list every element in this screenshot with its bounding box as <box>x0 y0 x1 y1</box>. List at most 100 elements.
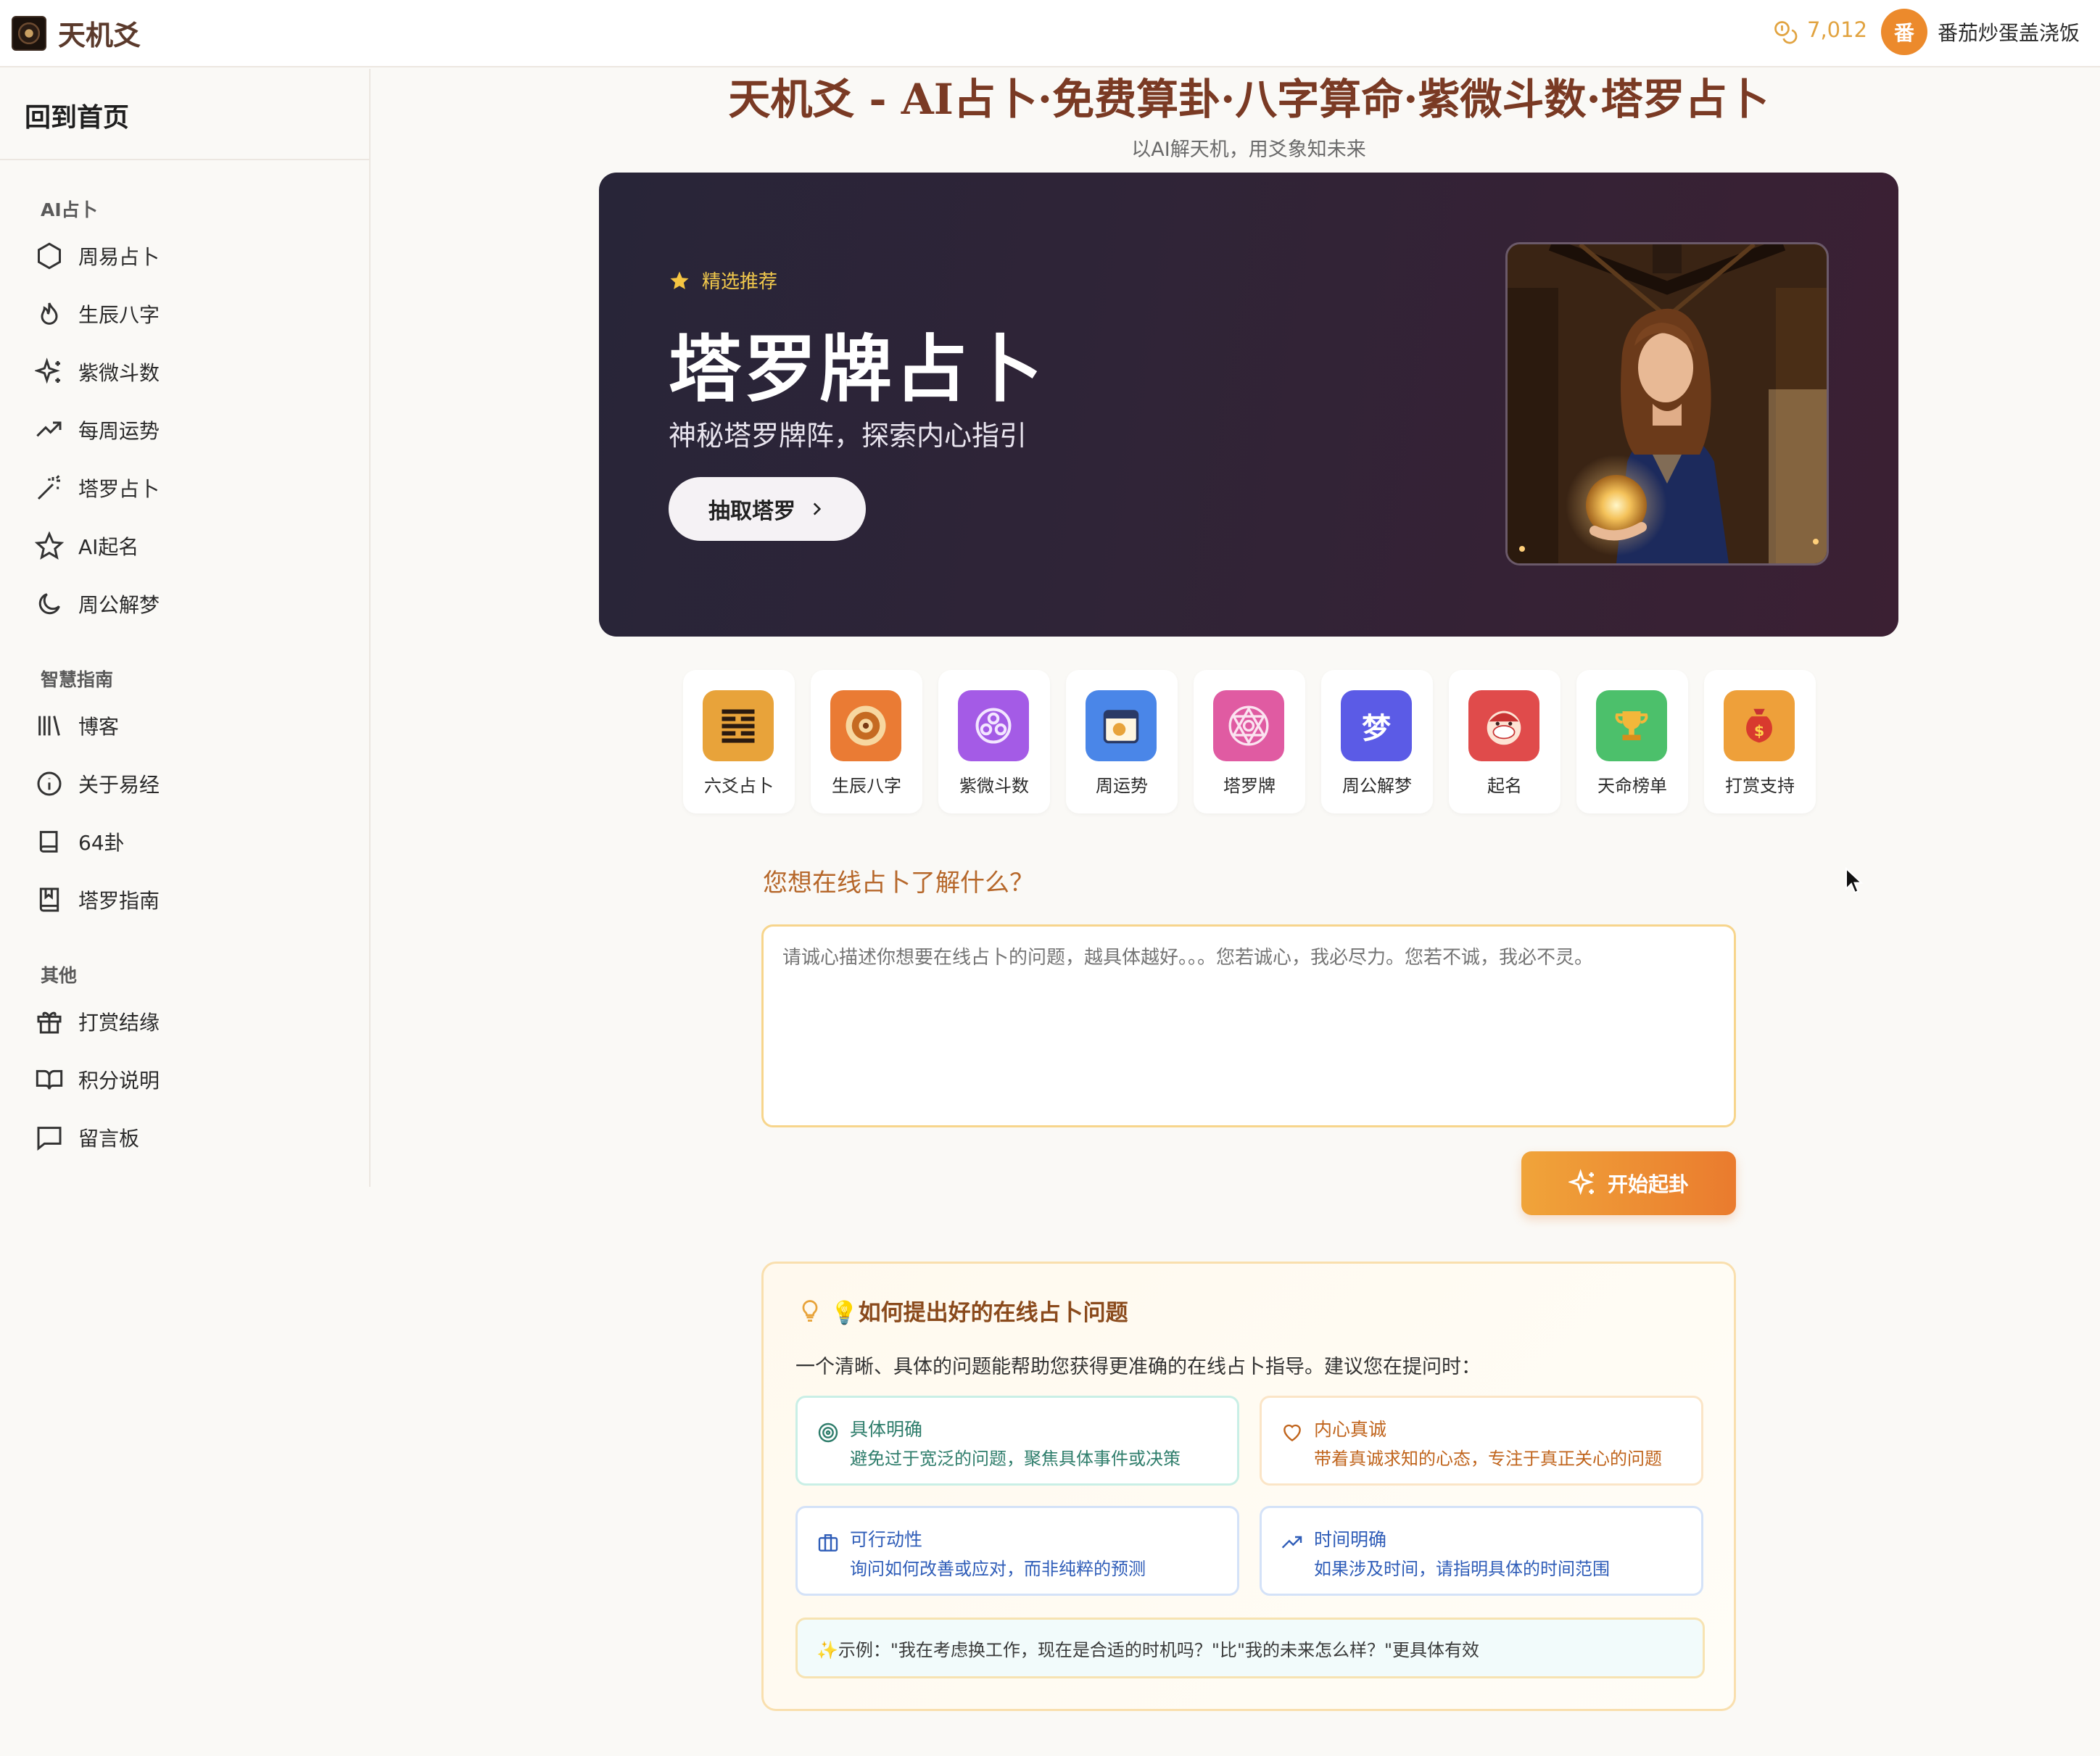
sidebar-item-label: 博客 <box>78 715 120 739</box>
featured-badge: 精选推荐 <box>669 267 777 294</box>
tip-card-title: 具体明确 <box>850 1419 923 1440</box>
draw-tarot-label: 抽取塔罗 <box>708 499 795 524</box>
tips-description: 一个清晰、具体的问题能帮助您获得更准确的在线占卜指导。建议您在提问时： <box>795 1356 1481 1378</box>
fortune-teller-illustration <box>1508 244 1827 563</box>
sidebar-item-zhouyi[interactable]: 周易占卜 <box>32 234 351 278</box>
tip-card-sincere: 内心真诚 带着真诚求知的心态，专注于真正关心的问题 <box>1260 1396 1703 1486</box>
sidebar-item-naming[interactable]: AI起名 <box>32 524 351 568</box>
tip-card-timing: 时间明确 如果涉及时间，请指明具体的时间范围 <box>1260 1506 1703 1596</box>
sidebar-item-blog[interactable]: 博客 <box>32 704 351 747</box>
sidebar-item-label: 留言板 <box>78 1127 140 1151</box>
sidebar-item-ziwei[interactable]: 紫微斗数 <box>32 350 351 394</box>
tarot-fortune-teller-image <box>1505 242 1829 566</box>
quick-link-tarot[interactable]: 塔罗牌 <box>1194 670 1305 813</box>
sidebar-item-weekly[interactable]: 每周运势 <box>32 408 351 452</box>
section-title-ai: AI占卜 <box>41 199 98 220</box>
sidebar-item-label: 打赏结缘 <box>78 1011 160 1035</box>
tips-example: ✨示例："我在考虑换工作，现在是合适的时机吗？"比"我的未来怎么样？"更具体有效 <box>795 1618 1705 1678</box>
username[interactable]: 番茄炒蛋盖浇饭 <box>1938 17 2080 46</box>
quick-link-label: 天命榜单 <box>1597 776 1667 796</box>
trophy-icon <box>1596 690 1667 761</box>
sidebar-item-64gua[interactable]: 64卦 <box>32 820 351 863</box>
sidebar-item-label: 每周运势 <box>78 419 160 443</box>
quick-link-ziwei[interactable]: 紫微斗数 <box>938 670 1050 813</box>
sidebar-item-label: 关于易经 <box>78 773 160 797</box>
quick-link-label: 周运势 <box>1096 776 1148 796</box>
bagua-icon <box>830 690 901 761</box>
magic-wand-icon <box>37 475 60 500</box>
quick-link-label: 塔罗牌 <box>1223 776 1276 796</box>
draw-tarot-button[interactable]: 抽取塔罗 <box>669 477 866 541</box>
quick-link-liuyao[interactable]: 六爻占卜 <box>683 670 795 813</box>
featured-badge-label: 精选推荐 <box>702 271 778 293</box>
app-name[interactable]: 天机爻 <box>58 13 141 53</box>
open-book-icon <box>36 1069 63 1090</box>
tip-card-specific: 具体明确 避免过于宽泛的问题，聚焦具体事件或决策 <box>795 1396 1239 1486</box>
sidebar-item-label: 64卦 <box>78 831 125 855</box>
sidebar-item-tarot-guide[interactable]: 塔罗指南 <box>32 878 351 922</box>
tip-card-title: 内心真诚 <box>1314 1419 1387 1440</box>
tip-card-title: 时间明确 <box>1314 1529 1387 1550</box>
tip-card-text: 询问如何改善或应对，而非纯粹的预测 <box>850 1559 1146 1579</box>
tips-title: 💡如何提出好的在线占卜问题 <box>797 1294 1128 1327</box>
quick-link-bazi[interactable]: 生辰八字 <box>811 670 922 813</box>
tip-card-text: 如果涉及时间，请指明具体的时间范围 <box>1314 1559 1610 1579</box>
dream-icon: 梦 <box>1341 690 1412 761</box>
sidebar-item-label: 塔罗占卜 <box>78 477 160 501</box>
sidebar-item-donate[interactable]: 打赏结缘 <box>32 1000 351 1043</box>
quick-link-dream[interactable]: 梦 周公解梦 <box>1321 670 1433 813</box>
sidebar-item-label: 紫微斗数 <box>78 361 160 385</box>
star-icon <box>670 271 689 289</box>
quick-link-ranking[interactable]: 天命榜单 <box>1576 670 1688 813</box>
quick-link-label: 起名 <box>1487 776 1522 796</box>
sidebar-item-label: 周易占卜 <box>78 245 160 269</box>
gift-icon <box>37 1011 62 1034</box>
money-bag-icon: $ <box>1724 690 1795 761</box>
mouse-cursor-icon <box>1845 867 1864 894</box>
question-label: 您想在线占卜了解什么？ <box>763 869 1034 898</box>
logo-image[interactable] <box>12 16 46 51</box>
quick-link-weekly[interactable]: 周运势 <box>1066 670 1178 813</box>
sidebar-item-points[interactable]: 积分说明 <box>32 1058 351 1101</box>
sidebar-item-label: 积分说明 <box>78 1069 160 1093</box>
hero-banner[interactable]: 精选推荐 塔罗牌占卜 神秘塔罗牌阵，探索内心指引 抽取塔罗 <box>599 173 1898 637</box>
section-title-other: 其他 <box>41 965 78 986</box>
lightbulb-icon <box>802 1299 818 1322</box>
sidebar-item-yijing[interactable]: 关于易经 <box>32 762 351 805</box>
trending-up-icon <box>36 421 62 437</box>
star-icon <box>35 531 64 560</box>
sidebar-item-label: 周公解梦 <box>78 593 160 617</box>
library-icon <box>38 716 60 736</box>
hero-title: 塔罗牌占卜 <box>669 327 1046 412</box>
target-icon <box>818 1422 838 1443</box>
coins-icon <box>1774 21 1798 44</box>
hexagon-icon <box>38 242 61 270</box>
tips-title-label: 💡如何提出好的在线占卜问题 <box>830 1300 1128 1326</box>
quick-link-support[interactable]: $ 打赏支持 <box>1704 670 1816 813</box>
quick-link-label: 生辰八字 <box>832 776 901 796</box>
quick-links: 六爻占卜 生辰八字 紫微斗数 周运势 塔罗牌 梦 周公解梦 起名 天命榜单 $ … <box>683 670 1816 813</box>
baby-face-icon <box>1468 690 1539 761</box>
sidebar-item-dream[interactable]: 周公解梦 <box>32 582 351 626</box>
sidebar-item-messages[interactable]: 留言板 <box>32 1116 351 1159</box>
trending-up-icon <box>1281 1536 1302 1549</box>
question-input[interactable] <box>761 924 1736 1127</box>
start-divination-label: 开始起卦 <box>1607 1172 1689 1196</box>
moon-icon <box>38 593 60 615</box>
quick-link-label: 周公解梦 <box>1342 776 1412 796</box>
points-value: 7,012 <box>1807 17 1868 42</box>
sidebar-item-bazi[interactable]: 生辰八字 <box>32 292 351 336</box>
calendar-icon <box>1086 690 1157 761</box>
sparkles-icon <box>1568 1169 1594 1196</box>
page-title: 天机爻 - AI占卜·免费算卦·八字算命·紫微斗数·塔罗占卜 <box>728 75 1769 124</box>
hexagram-icon <box>703 690 774 761</box>
sidebar-item-label: 生辰八字 <box>78 303 160 327</box>
chevron-right-icon <box>813 502 822 515</box>
sidebar-item-tarot[interactable]: 塔罗占卜 <box>32 466 351 510</box>
avatar[interactable]: 番 <box>1881 9 1927 55</box>
start-divination-button[interactable]: 开始起卦 <box>1521 1151 1736 1215</box>
tip-card-title: 可行动性 <box>850 1529 923 1550</box>
sidebar-item-label: 塔罗指南 <box>78 889 160 913</box>
sidebar-item-label: AI起名 <box>78 535 139 559</box>
quick-link-naming[interactable]: 起名 <box>1449 670 1560 813</box>
